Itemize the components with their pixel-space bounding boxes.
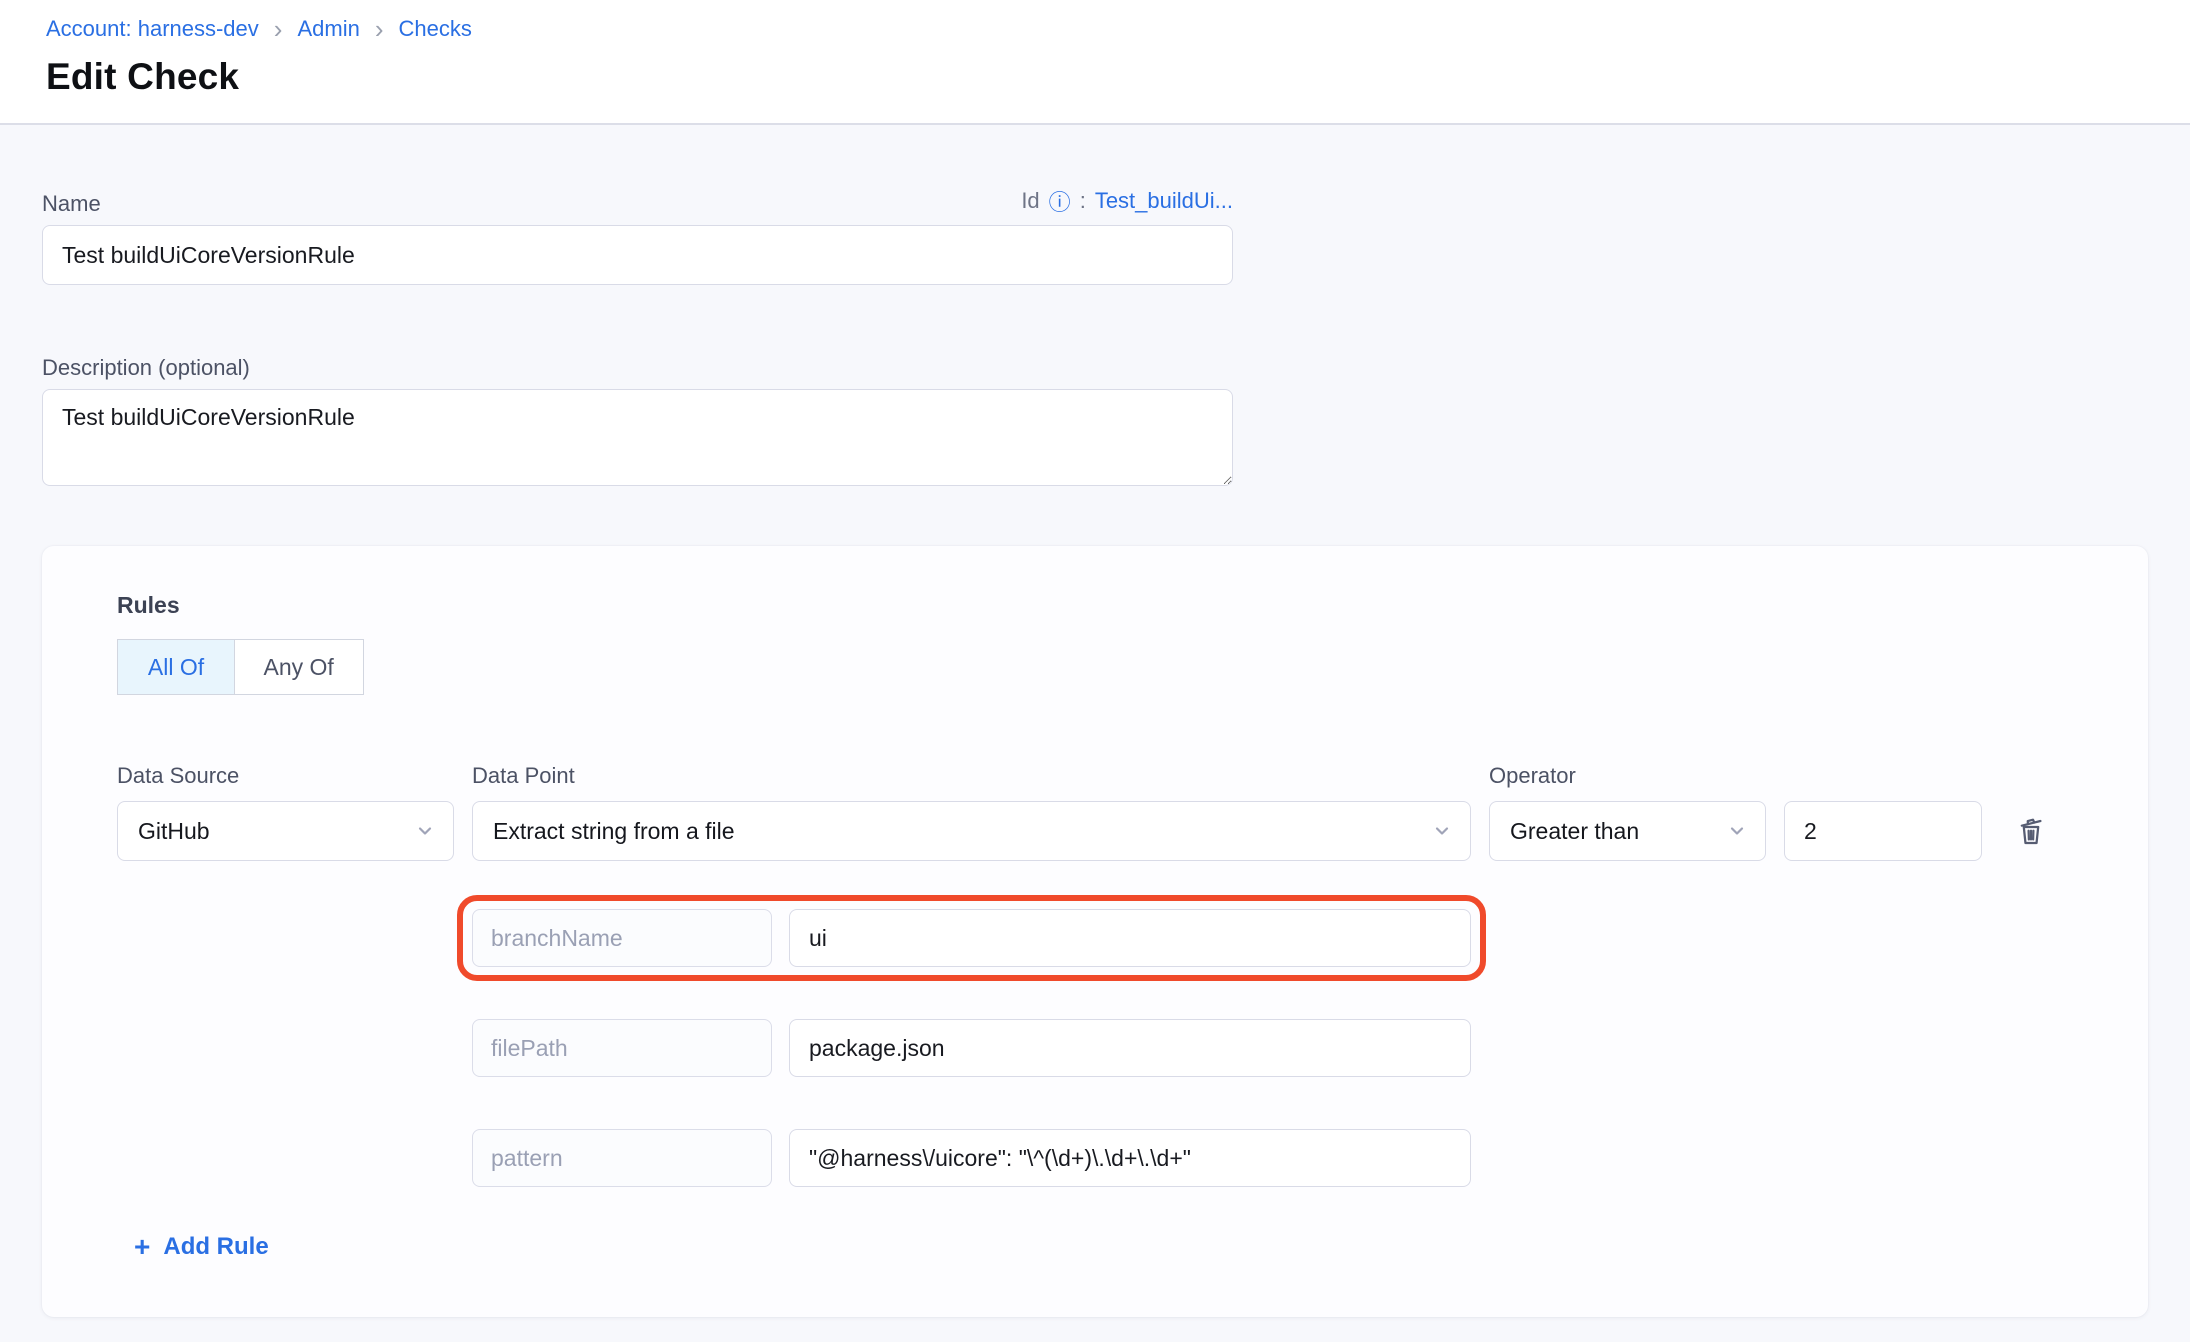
description-label: Description (optional) <box>42 355 2148 381</box>
breadcrumb-checks-link[interactable]: Checks <box>398 14 471 44</box>
rules-match-toggle: All Of Any Of <box>117 639 364 695</box>
param-input-filepath[interactable] <box>789 1019 1471 1077</box>
param-key-branchname: branchName <box>472 909 772 967</box>
breadcrumb-account-link[interactable]: Account: harness-dev <box>46 14 259 44</box>
delete-rule-button[interactable] <box>2009 809 2053 853</box>
name-label: Name <box>42 191 101 217</box>
param-row-pattern: pattern <box>472 1129 1471 1187</box>
toggle-any-of[interactable]: Any Of <box>234 639 364 695</box>
data-source-select[interactable]: GitHub <box>117 801 454 861</box>
trash-icon <box>2013 813 2049 849</box>
name-input[interactable] <box>42 225 1233 285</box>
chevron-right-icon: › <box>375 16 384 42</box>
rule-row: GitHub Extract string from a file Greate… <box>117 801 2148 861</box>
id-block: Id ⓘ : Test_buildUi... <box>1021 185 1233 217</box>
page-title: Edit Check <box>46 56 2190 98</box>
id-label: Id <box>1021 188 1039 214</box>
operator-value-input[interactable] <box>1784 801 1982 861</box>
chevron-down-icon <box>1727 821 1747 841</box>
param-key-filepath: filePath <box>472 1019 772 1077</box>
info-icon[interactable]: ⓘ <box>1049 185 1071 217</box>
data-source-value: GitHub <box>138 818 210 845</box>
operator-value: Greater than <box>1510 818 1639 845</box>
data-point-label: Data Point <box>472 763 1471 789</box>
breadcrumb: Account: harness-dev › Admin › Checks <box>46 14 2190 44</box>
id-colon: : <box>1080 188 1086 214</box>
data-point-select[interactable]: Extract string from a file <box>472 801 1471 861</box>
param-row-file-path: filePath <box>472 1019 1471 1077</box>
param-input-pattern[interactable] <box>789 1129 1471 1187</box>
toggle-all-of[interactable]: All Of <box>117 639 235 695</box>
data-point-value: Extract string from a file <box>493 818 735 845</box>
description-textarea[interactable]: Test buildUiCoreVersionRule <box>42 389 1233 486</box>
rules-title: Rules <box>117 592 2148 619</box>
rule-column-labels: Data Source Data Point Operator <box>117 763 2148 789</box>
param-input-branchname[interactable] <box>789 909 1471 967</box>
param-row-branch-name: branchName <box>472 909 1471 967</box>
chevron-down-icon <box>1432 821 1452 841</box>
plus-icon: + <box>134 1235 150 1259</box>
add-rule-label: Add Rule <box>163 1233 268 1261</box>
operator-label: Operator <box>1489 763 1766 789</box>
chevron-right-icon: › <box>274 16 283 42</box>
name-id-row: Name Id ⓘ : Test_buildUi... <box>42 185 1233 217</box>
add-rule-button[interactable]: + Add Rule <box>134 1233 269 1261</box>
param-key-pattern: pattern <box>472 1129 772 1187</box>
chevron-down-icon <box>415 821 435 841</box>
edit-check-form: Name Id ⓘ : Test_buildUi... Description … <box>0 125 2190 1317</box>
rules-card: Rules All Of Any Of Data Source Data Poi… <box>42 546 2148 1317</box>
data-source-label: Data Source <box>117 763 454 789</box>
id-value-link[interactable]: Test_buildUi... <box>1095 188 1233 214</box>
breadcrumb-admin-link[interactable]: Admin <box>297 14 359 44</box>
page-header: Account: harness-dev › Admin › Checks Ed… <box>0 0 2190 125</box>
operator-select[interactable]: Greater than <box>1489 801 1766 861</box>
